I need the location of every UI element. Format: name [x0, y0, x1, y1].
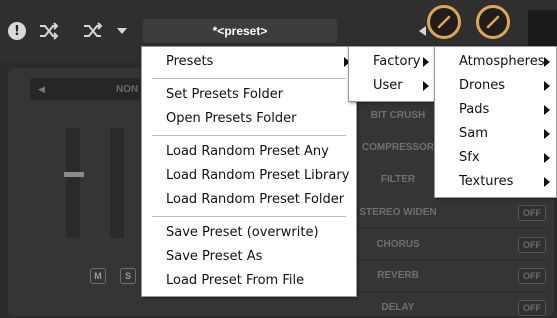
- menu-item-label: Atmospheres: [459, 54, 545, 69]
- menu-item-label: Pads: [459, 102, 490, 117]
- submenu-arrow-icon: [544, 129, 550, 139]
- mute-button[interactable]: M: [90, 268, 106, 284]
- menu-item-label: Sam: [459, 126, 488, 141]
- menu-item-save-as[interactable]: Save Preset As: [142, 245, 356, 269]
- menu-item-factory[interactable]: Factory: [349, 50, 435, 74]
- menu-item-label: Load Random Preset Library: [166, 168, 350, 183]
- chevron-left-icon[interactable]: ◀: [38, 84, 45, 95]
- effect-compressor[interactable]: COMPRESSOR: [358, 137, 438, 159]
- menu-item-save-overwrite[interactable]: Save Preset (overwrite): [142, 221, 356, 245]
- divider: [358, 260, 548, 261]
- chorus-off-toggle[interactable]: OFF: [518, 237, 546, 253]
- fader-track[interactable]: [66, 128, 80, 238]
- menu-item-atmospheres[interactable]: Atmospheres: [435, 50, 556, 74]
- delay-off-toggle[interactable]: OFF: [518, 300, 546, 316]
- knob[interactable]: [476, 5, 510, 39]
- presets-submenu: Factory User: [348, 46, 436, 102]
- alert-icon[interactable]: !: [8, 22, 26, 40]
- preset-context-menu: Presets Set Presets Folder Open Presets …: [141, 46, 357, 297]
- menu-item-label: User: [373, 78, 403, 93]
- menu-item-label: Save Preset (overwrite): [166, 225, 319, 240]
- menu-item-label: Sfx: [459, 150, 480, 165]
- menu-item-label: Load Random Preset Folder: [166, 192, 345, 207]
- menu-item-label: Textures: [459, 174, 514, 189]
- menu-item-label: Open Presets Folder: [166, 111, 297, 126]
- menu-item-label: Save Preset As: [166, 249, 263, 264]
- menu-item-load-random-library[interactable]: Load Random Preset Library: [142, 164, 356, 188]
- menu-item-textures[interactable]: Textures: [435, 170, 556, 194]
- menu-item-user[interactable]: User: [349, 74, 435, 98]
- menu-item-set-presets-folder[interactable]: Set Presets Folder: [142, 83, 356, 107]
- menu-item-label: Factory: [373, 54, 421, 69]
- menu-separator: [152, 216, 346, 217]
- menu-item-drones[interactable]: Drones: [435, 74, 556, 98]
- shuffle-alt-icon[interactable]: [82, 20, 104, 42]
- menu-item-label: Presets: [166, 54, 214, 69]
- effect-filter[interactable]: FILTER: [358, 169, 438, 191]
- effect-delay[interactable]: DELAY: [358, 297, 438, 318]
- menu-item-sam[interactable]: Sam: [435, 122, 556, 146]
- reverb-off-toggle[interactable]: OFF: [518, 268, 546, 284]
- menu-separator: [152, 135, 346, 136]
- preset-name-field[interactable]: *<preset>: [143, 19, 337, 43]
- menu-item-pads[interactable]: Pads: [435, 98, 556, 122]
- effect-chorus[interactable]: CHORUS: [358, 234, 438, 256]
- menu-separator: [152, 78, 346, 79]
- menu-item-load-random-folder[interactable]: Load Random Preset Folder: [142, 188, 356, 212]
- shuffle-icon[interactable]: [38, 20, 60, 42]
- effect-reverb[interactable]: REVERB: [358, 265, 438, 287]
- menu-item-presets[interactable]: Presets: [142, 50, 356, 74]
- knob[interactable]: [427, 5, 461, 39]
- menu-item-label: Set Presets Folder: [166, 87, 284, 102]
- fader-handle[interactable]: [64, 172, 84, 177]
- menu-item-label: Load Random Preset Any: [166, 144, 329, 159]
- menu-item-load-from-file[interactable]: Load Preset From File: [142, 269, 356, 293]
- submenu-arrow-icon: [544, 57, 550, 67]
- solo-button[interactable]: S: [120, 268, 136, 284]
- stereo-widen-off-toggle[interactable]: OFF: [518, 205, 546, 221]
- submenu-arrow-icon: [423, 81, 429, 91]
- menu-item-load-random-any[interactable]: Load Random Preset Any: [142, 140, 356, 164]
- effect-stereo-widen[interactable]: STEREO WIDEN: [358, 202, 438, 224]
- chevron-down-icon[interactable]: [115, 24, 129, 38]
- menu-item-label: Load Preset From File: [166, 273, 305, 288]
- submenu-arrow-icon: [544, 177, 550, 187]
- factory-submenu: Atmospheres Drones Pads Sam Sfx Textures: [434, 46, 557, 198]
- submenu-arrow-icon: [423, 57, 429, 67]
- meter-display: [528, 10, 557, 50]
- divider: [358, 292, 548, 293]
- submenu-arrow-icon: [544, 81, 550, 91]
- menu-item-open-presets-folder[interactable]: Open Presets Folder: [142, 107, 356, 131]
- fader-track[interactable]: [110, 128, 124, 238]
- menu-item-sfx[interactable]: Sfx: [435, 146, 556, 170]
- submenu-arrow-icon: [544, 105, 550, 115]
- divider: [358, 228, 548, 229]
- mode-label: NON: [116, 84, 139, 95]
- effect-bit-crush[interactable]: BIT CRUSH: [358, 105, 438, 127]
- menu-item-label: Drones: [459, 78, 506, 93]
- submenu-arrow-icon: [544, 153, 550, 163]
